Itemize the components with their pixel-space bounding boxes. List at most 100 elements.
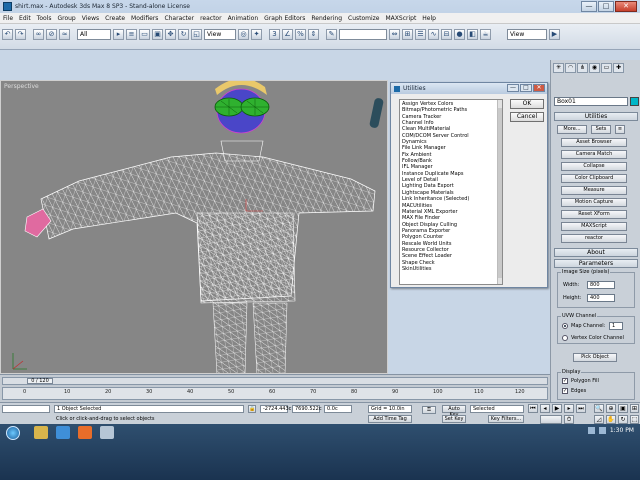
ok-button[interactable]: OK [510, 99, 544, 109]
spinner-snap-icon[interactable]: ⇕ [308, 28, 319, 40]
link-icon[interactable]: ∞ [33, 28, 44, 40]
vertex-color-channel-radio[interactable] [562, 335, 568, 341]
arc-rotate-icon[interactable]: ↻ [618, 415, 628, 424]
menu-edit[interactable]: Edit [19, 15, 31, 22]
perspective-viewport[interactable]: Perspective [0, 80, 388, 374]
utilities-rollout[interactable]: Utilities [554, 112, 638, 121]
width-input[interactable]: 800 [587, 281, 615, 289]
menu-tools[interactable]: Tools [37, 15, 52, 22]
menu-group[interactable]: Group [57, 15, 75, 22]
bind-space-warp-icon[interactable]: ≈ [59, 28, 70, 40]
field-of-view-icon[interactable]: ◿ [594, 415, 604, 424]
zoom-icon[interactable]: 🔍 [594, 404, 604, 413]
y-coordinate-field[interactable]: 7690.522c [292, 405, 322, 413]
reset-xform-button[interactable]: Reset XForm [561, 210, 627, 219]
dialog-maximize-button[interactable]: □ [520, 84, 532, 92]
undo-icon[interactable]: ↶ [2, 28, 13, 40]
menu-rendering[interactable]: Rendering [311, 15, 342, 22]
explorer-taskbar-icon[interactable] [34, 426, 48, 439]
configure-sets-icon[interactable]: ≡ [615, 125, 625, 134]
select-by-name-icon[interactable]: ≡ [126, 28, 137, 40]
menu-animation[interactable]: Animation [228, 15, 259, 22]
hierarchy-tab-icon[interactable]: ⋔ [577, 63, 588, 73]
display-tab-icon[interactable]: ▭ [601, 63, 612, 73]
map-channel-radio[interactable] [562, 323, 568, 329]
rectangular-selection-icon[interactable]: ▭ [139, 28, 150, 40]
volume-icon[interactable] [598, 427, 606, 434]
menu-modifiers[interactable]: Modifiers [131, 15, 158, 22]
angle-snap-icon[interactable]: ∠ [282, 28, 293, 40]
render-scene-icon[interactable]: ◧ [467, 28, 478, 40]
close-button[interactable]: ✕ [615, 1, 637, 12]
redo-icon[interactable]: ↷ [15, 28, 26, 40]
utilities-list[interactable]: Assign Vertex Colors Bitmap/Photometric … [399, 99, 503, 285]
dialog-minimize-button[interactable]: — [507, 84, 519, 92]
pan-view-icon[interactable]: ✋ [606, 415, 616, 424]
play-icon[interactable]: ▶ [552, 404, 562, 413]
menu-create[interactable]: Create [105, 15, 125, 22]
collapse-button[interactable]: Collapse [561, 162, 627, 171]
maxscript-button[interactable]: MAXScript [561, 222, 627, 231]
x-coordinate-field[interactable]: -2724.443c [260, 405, 291, 413]
selected-dropdown[interactable]: Selected [470, 405, 524, 413]
time-slider-thumb[interactable]: 0 / 120 [27, 378, 53, 384]
clock[interactable]: 1:30 PM [610, 427, 634, 434]
height-input[interactable]: 400 [587, 294, 615, 302]
maximize-button[interactable]: □ [598, 1, 614, 12]
key-icon[interactable]: ⚿ [422, 406, 436, 414]
menu-help[interactable]: Help [422, 15, 436, 22]
reactor-button[interactable]: reactor [561, 234, 627, 243]
measure-button[interactable]: Measure [561, 186, 627, 195]
auto-key-button[interactable]: Auto Key [442, 405, 466, 418]
motion-tab-icon[interactable]: ◉ [589, 63, 600, 73]
align-icon[interactable]: ⊞ [402, 28, 413, 40]
time-configuration-icon[interactable]: ⏱ [564, 415, 574, 424]
go-to-end-icon[interactable]: ⏭ [576, 404, 586, 413]
pivot-center-icon[interactable]: ◎ [238, 28, 249, 40]
menu-maxscript[interactable]: MAXScript [386, 15, 417, 22]
menu-character[interactable]: Character [164, 15, 194, 22]
browser-taskbar-icon[interactable] [56, 426, 70, 439]
menu-graph-editors[interactable]: Graph Editors [264, 15, 305, 22]
sets-button[interactable]: Sets [591, 125, 611, 134]
lock-selection-icon[interactable]: 🔒 [248, 405, 256, 413]
more-button[interactable]: More... [557, 125, 587, 134]
time-slider[interactable]: 0 / 120 [2, 377, 548, 385]
start-button-icon[interactable] [6, 426, 20, 440]
dialog-close-button[interactable]: ✕ [533, 84, 545, 92]
asset-browser-button[interactable]: Asset Browser [561, 138, 627, 147]
zoom-extents-all-icon[interactable]: ⊞ [630, 404, 639, 413]
cancel-button[interactable]: Cancel [510, 112, 544, 122]
select-object-icon[interactable]: ▸ [113, 28, 124, 40]
object-name-field[interactable]: Box01 [554, 97, 628, 106]
named-selection-dropdown[interactable] [339, 28, 387, 40]
select-rotate-icon[interactable]: ↻ [178, 28, 189, 40]
select-manipulate-icon[interactable]: ✦ [251, 28, 262, 40]
map-channel-input[interactable]: 1 [609, 322, 623, 330]
add-time-tag-button[interactable]: Add Time Tag [368, 415, 412, 423]
select-scale-icon[interactable]: ◱ [191, 28, 202, 40]
network-icon[interactable] [587, 427, 595, 434]
about-rollout[interactable]: About [554, 248, 638, 257]
menu-file[interactable]: File [3, 15, 13, 22]
z-coordinate-field[interactable]: 0.0c [324, 405, 352, 413]
reference-coordinate-dropdown[interactable]: View [204, 28, 236, 40]
create-tab-icon[interactable]: ✳ [553, 63, 564, 73]
object-color-swatch[interactable] [630, 97, 639, 106]
minimize-button[interactable]: — [581, 1, 597, 12]
go-to-start-icon[interactable]: ⏮ [528, 404, 538, 413]
schematic-view-icon[interactable]: ⊟ [441, 28, 452, 40]
percent-snap-icon[interactable]: % [295, 28, 306, 40]
render-last-icon[interactable]: ▶ [549, 28, 560, 40]
modify-tab-icon[interactable]: ◠ [565, 63, 576, 73]
zoom-all-icon[interactable]: ⊕ [606, 404, 616, 413]
list-item[interactable]: SkinUtilities [402, 266, 500, 272]
zoom-extents-icon[interactable]: ▣ [618, 404, 628, 413]
mirror-icon[interactable]: ⇔ [389, 28, 400, 40]
menu-views[interactable]: Views [82, 15, 99, 22]
maxscript-listener-box[interactable] [2, 405, 50, 413]
snaps-toggle-icon[interactable]: 3 [269, 28, 280, 40]
utilities-list-scrollbar[interactable] [497, 100, 502, 284]
render-type-dropdown[interactable]: View [507, 28, 547, 40]
layer-manager-icon[interactable]: ☰ [415, 28, 426, 40]
